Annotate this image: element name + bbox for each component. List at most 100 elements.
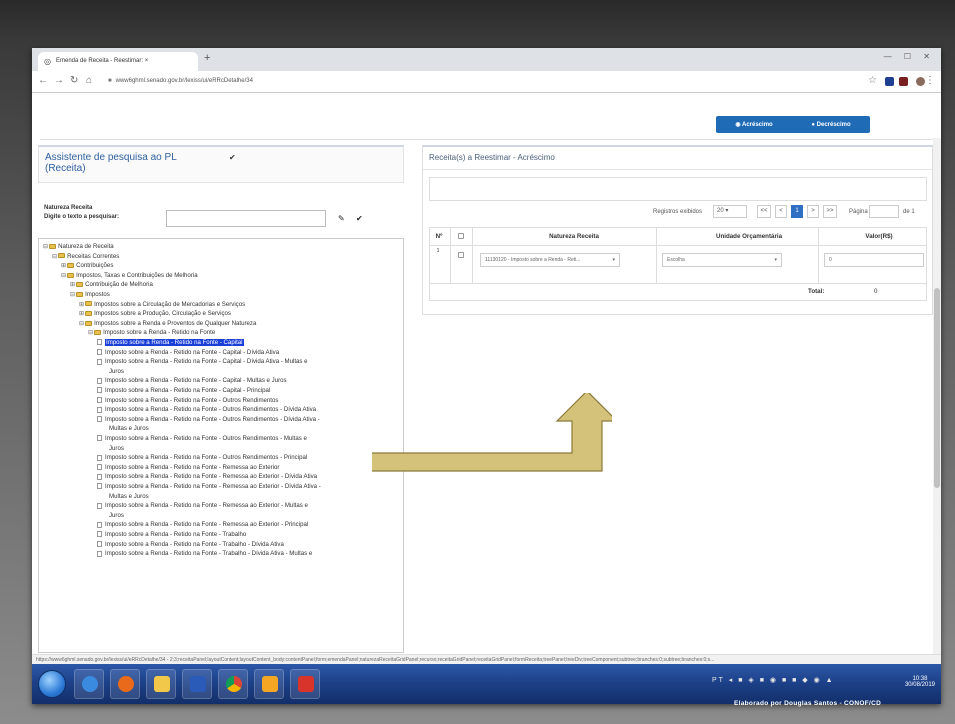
extension-icon[interactable] xyxy=(899,77,908,86)
document-icon xyxy=(97,531,102,538)
tree-leaf-node[interactable]: Juros xyxy=(109,368,124,376)
forward-icon[interactable]: → xyxy=(54,75,64,86)
window-controls[interactable]: — ☐ ✕ xyxy=(884,52,935,61)
tree-folder-node[interactable]: ⊟ Impostos sobre a Renda e Proventos de Q… xyxy=(79,320,256,328)
collapse-icon[interactable]: ⊟ xyxy=(61,272,66,279)
back-icon[interactable]: ← xyxy=(38,75,48,86)
check-icon[interactable]: ✔ xyxy=(229,153,236,162)
extension-icon[interactable] xyxy=(885,77,894,86)
taskbar-pdf[interactable] xyxy=(290,669,320,699)
tree-folder-node[interactable]: ⊟ Natureza de Receita xyxy=(43,243,114,251)
tree-folder-node[interactable]: ⊟ Impostos, Taxas e Contribuições de Melh… xyxy=(61,272,198,280)
taskbar-media[interactable] xyxy=(110,669,140,699)
expand-icon[interactable]: ⊞ xyxy=(79,301,84,308)
page-1-button[interactable]: 1 xyxy=(791,205,803,218)
tree-leaf-node[interactable]: Imposto sobre a Renda - Retido na Fonte … xyxy=(97,435,307,443)
tree-leaf-node[interactable]: Imposto sobre a Renda - Retido na Fonte … xyxy=(97,406,316,414)
tree-folder-node[interactable]: ⊟ Impostos xyxy=(70,291,110,299)
collapse-icon[interactable]: ⊟ xyxy=(79,320,84,327)
next-page-button[interactable]: > xyxy=(807,205,819,218)
last-page-button[interactable]: >> xyxy=(823,205,837,218)
home-icon[interactable]: ⌂ xyxy=(86,75,92,86)
tree-leaf-node[interactable]: Juros xyxy=(109,445,124,453)
taskbar-chrome[interactable] xyxy=(218,669,248,699)
start-button[interactable] xyxy=(38,670,66,698)
value-input[interactable]: 0 xyxy=(824,253,924,267)
new-tab-button[interactable]: + xyxy=(204,52,210,64)
tree-leaf-node[interactable]: Imposto sobre a Renda - Retido na Fonte … xyxy=(97,541,284,549)
tray-clock[interactable]: 10:38 30/08/2019 xyxy=(905,676,935,688)
tree-folder-node[interactable]: ⊞ Contribuição de Melhoria xyxy=(70,281,153,289)
taskbar-explorer[interactable] xyxy=(146,669,176,699)
tree-leaf-node[interactable]: Imposto sobre a Renda - Retido na Fonte … xyxy=(97,339,244,347)
collapse-icon[interactable]: ⊟ xyxy=(52,253,57,260)
tree-leaf-node[interactable]: Imposto sobre a Renda - Retido na Fonte … xyxy=(97,454,307,462)
records-select[interactable]: 20 ▾ xyxy=(713,205,747,218)
tree-node-label: Impostos sobre a Circulação de Mercadori… xyxy=(94,300,246,308)
tree-folder-node[interactable]: ⊞ Impostos sobre a Circulação de Mercador… xyxy=(79,301,245,309)
tree-leaf-node[interactable]: Juros xyxy=(109,512,124,520)
profile-avatar[interactable] xyxy=(916,77,925,86)
browser-tab[interactable]: ◎ Emenda de Receita - Reestimar: × xyxy=(38,52,198,71)
tree-leaf-node[interactable]: Imposto sobre a Renda - Retido na Fonte … xyxy=(97,502,308,510)
select-all-checkbox[interactable] xyxy=(458,233,464,239)
tree-leaf-node[interactable]: Imposto sobre a Renda - Retido na Fonte … xyxy=(97,387,270,395)
collapse-icon[interactable]: ⊟ xyxy=(88,329,93,336)
tree-leaf-node[interactable]: Multas e Juros xyxy=(109,493,149,501)
tree-folder-node[interactable]: ⊟ Imposto sobre a Renda - Retido na Fonte xyxy=(88,329,215,337)
tree-leaf-node[interactable]: Imposto sobre a Renda - Retido na Fonte … xyxy=(97,464,279,472)
decrease-option[interactable]: ● Decréscimo xyxy=(811,122,850,128)
collapse-icon[interactable]: ⊟ xyxy=(70,291,75,298)
collapse-icon[interactable]: ⊟ xyxy=(43,243,48,250)
tree-node-label: Imposto sobre a Renda - Retido na Fonte … xyxy=(105,521,309,529)
tree-leaf-node[interactable]: Imposto sobre a Renda - Retido na Fonte … xyxy=(97,483,321,491)
tree-node-label: Imposto sobre a Renda - Retido na Fonte … xyxy=(105,415,320,423)
tree-folder-node[interactable]: ⊞ Contribuições xyxy=(61,262,113,270)
browser-menu-icon[interactable]: ⋮ xyxy=(925,75,935,86)
url-field[interactable]: ■ www6ghml.senado.gov.br/lexiss/ui/eRRcDe… xyxy=(108,78,253,84)
tree-node-label: Receitas Correntes xyxy=(67,252,120,260)
folder-icon xyxy=(58,253,66,259)
expand-icon[interactable]: ⊞ xyxy=(70,281,75,288)
expand-icon[interactable]: ⊞ xyxy=(61,262,66,269)
tree-leaf-node[interactable]: Imposto sobre a Renda - Retido na Fonte … xyxy=(97,531,246,539)
row-checkbox[interactable] xyxy=(458,252,464,258)
reload-icon[interactable]: ↻ xyxy=(70,75,78,86)
taskbar-app[interactable] xyxy=(254,669,284,699)
confirm-icon[interactable]: ✔ xyxy=(356,214,363,223)
tree-leaf-node[interactable]: Imposto sobre a Renda - Retido na Fonte … xyxy=(97,416,320,424)
nature-select[interactable]: 11130120 - Imposto sobre a Renda - Reti.… xyxy=(480,253,620,267)
unit-select[interactable]: Escolha ▾ xyxy=(662,253,782,267)
tree-node-label: Imposto sobre a Renda - Retido na Fonte … xyxy=(105,454,308,462)
tree-leaf-node[interactable]: Imposto sobre a Renda - Retido na Fonte … xyxy=(97,473,317,481)
tree-leaf-node[interactable]: Multas e Juros xyxy=(109,425,149,433)
first-page-button[interactable]: << xyxy=(757,205,771,218)
document-icon xyxy=(97,348,102,355)
taskbar-ie[interactable] xyxy=(74,669,104,699)
search-input[interactable] xyxy=(166,210,326,227)
taskbar-word[interactable] xyxy=(182,669,212,699)
tree-leaf-node[interactable]: Imposto sobre a Renda - Retido na Fonte … xyxy=(97,377,287,385)
tree-leaf-node[interactable]: Imposto sobre a Renda - Retido na Fonte … xyxy=(97,397,278,405)
tree-folder-node[interactable]: ⊟ Receitas Correntes xyxy=(52,253,119,261)
page-scrollbar[interactable] xyxy=(933,138,941,654)
tree-node-label: Multas e Juros xyxy=(109,492,149,500)
tray-icons[interactable]: PT ◂ ■ ◈ ■ ◉ ■ ■ ◆ ◉ ▲ xyxy=(712,676,835,684)
ie-icon xyxy=(82,676,98,692)
tree-leaf-node[interactable]: Imposto sobre a Renda - Retido na Fonte … xyxy=(97,521,308,529)
tree-leaf-node[interactable]: Imposto sobre a Renda - Retido na Fonte … xyxy=(97,358,308,366)
prev-page-button[interactable]: < xyxy=(775,205,787,218)
tree-folder-node[interactable]: ⊞ Impostos sobre a Produção, Circulação e… xyxy=(79,310,231,318)
expand-icon[interactable]: ⊞ xyxy=(79,310,84,317)
bookmark-star-icon[interactable]: ☆ xyxy=(868,75,877,86)
tree-node-label: Imposto sobre a Renda - Retido na Fonte … xyxy=(105,531,247,538)
search-icon[interactable]: ✎ xyxy=(338,214,345,223)
tree-node-label: Contribuições xyxy=(76,262,114,270)
increase-option[interactable]: ◉ Acréscimo xyxy=(735,121,772,128)
tree-node-label: Imposto sobre a Renda - Retido na Fonte xyxy=(103,329,216,337)
tree-leaf-node[interactable]: Imposto sobre a Renda - Retido na Fonte … xyxy=(97,349,279,357)
filter-area xyxy=(429,177,927,201)
tree-leaf-node[interactable]: Imposto sobre a Renda - Retido na Fonte … xyxy=(97,550,312,558)
page-input[interactable] xyxy=(869,205,899,218)
scrollbar-thumb[interactable] xyxy=(934,288,940,488)
